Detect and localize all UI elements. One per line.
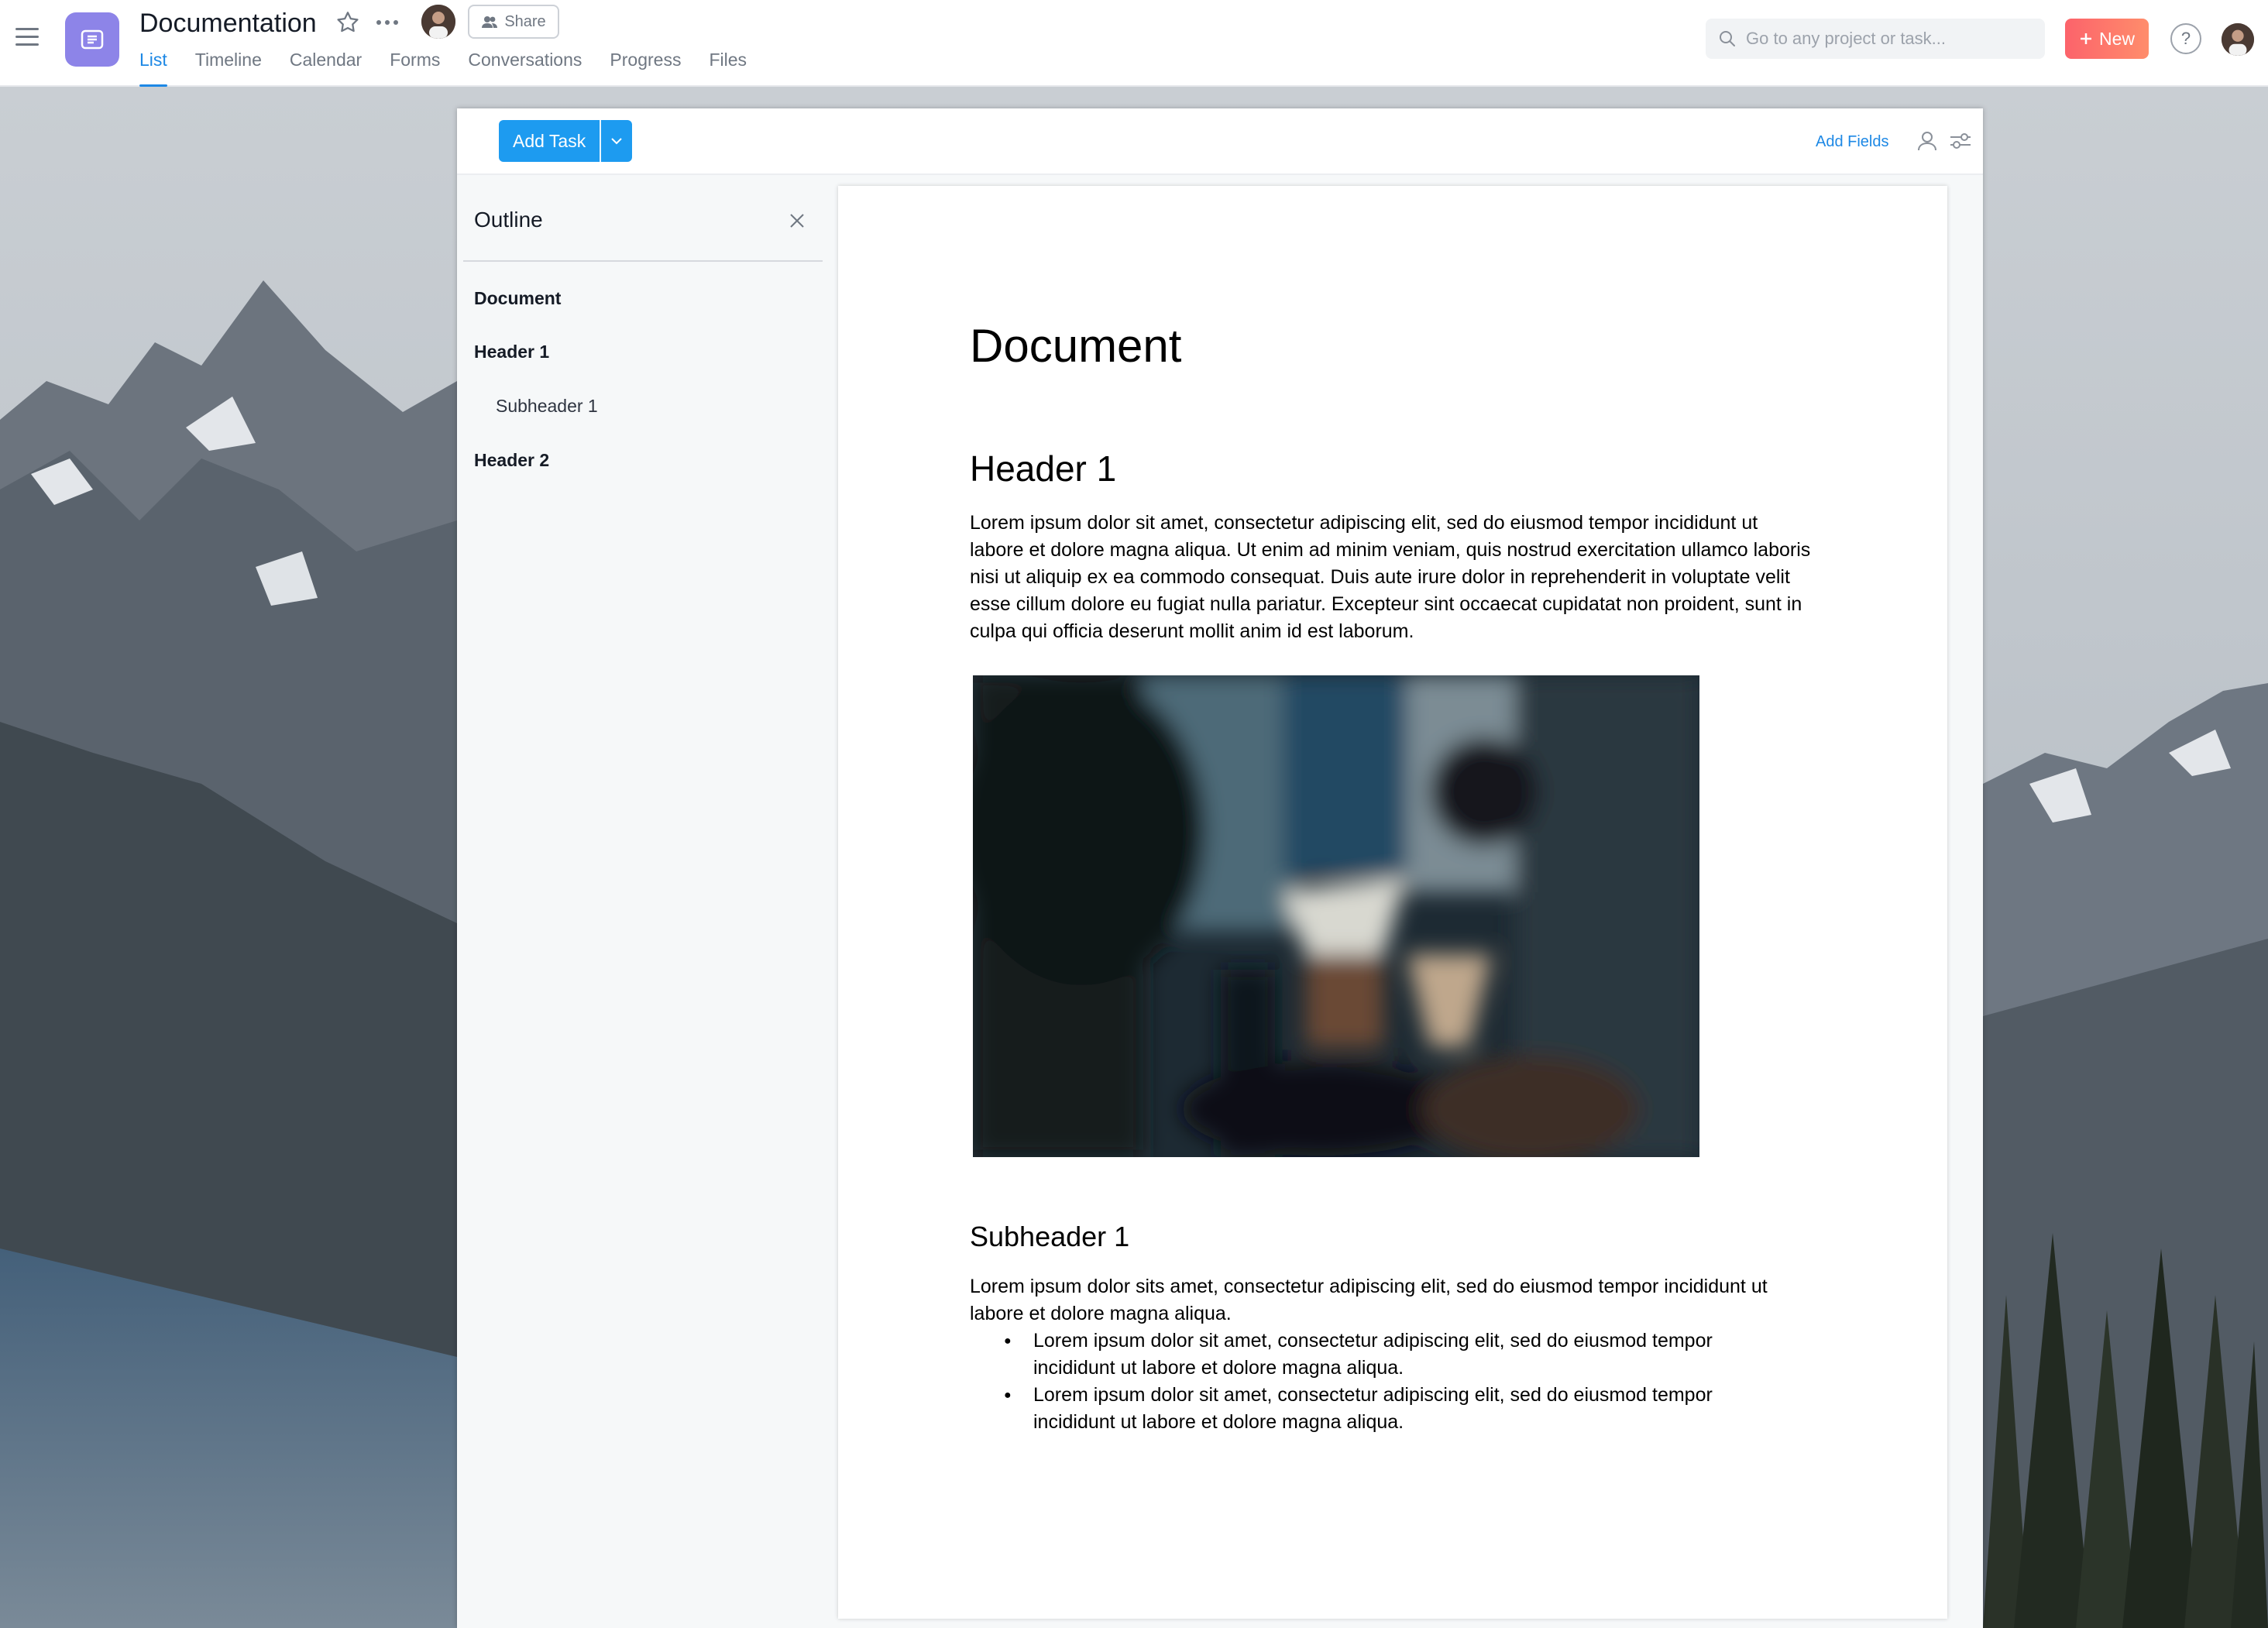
search-input[interactable] [1746,29,2025,49]
share-button[interactable]: Share [468,5,559,39]
add-task-button[interactable]: Add Task [499,120,600,162]
share-label: Share [504,12,546,30]
outline-title: Outline [474,208,543,232]
document-page[interactable]: Document Header 1 Lorem ipsum dolor sit … [838,186,1947,1619]
outline-item-subheader-1[interactable]: Subheader 1 [496,396,598,417]
tab-conversations[interactable]: Conversations [468,48,582,87]
close-icon[interactable] [785,209,809,232]
tab-files[interactable]: Files [709,48,747,87]
chevron-down-icon [611,138,622,145]
tab-timeline[interactable]: Timeline [195,48,262,87]
outline-sidebar: Outline Document Header 1 Subheader 1 He… [457,177,829,1628]
member-avatar[interactable] [421,5,455,39]
coffee-photo-image [973,675,1699,1157]
search-icon [1720,31,1735,46]
project-title[interactable]: Documentation [139,8,317,39]
new-label: New [2098,28,2135,49]
outline-divider [463,260,823,262]
filter-sliders-icon[interactable] [1949,130,1972,152]
main-panel: Add Task Add Fields Outline Document Hea… [457,108,1983,1628]
add-task-button-group: Add Task [499,120,633,162]
tab-list[interactable]: List [139,48,167,87]
search-bar [1706,19,2045,59]
bullet-list[interactable]: Lorem ipsum dolor sit amet, consectetur … [1004,1327,1778,1436]
document-title[interactable]: Document [970,319,1181,373]
paragraph-1[interactable]: Lorem ipsum dolor sit amet, consectetur … [970,510,1814,645]
outline-item-header-1[interactable]: Header 1 [474,342,549,362]
star-icon[interactable] [335,9,361,36]
tab-forms[interactable]: Forms [390,48,440,87]
outline-item-document[interactable]: Document [474,288,561,309]
tab-calendar[interactable]: Calendar [290,48,362,87]
add-fields-link[interactable]: Add Fields [1816,133,1889,151]
header-1[interactable]: Header 1 [970,448,1116,489]
subheader-1[interactable]: Subheader 1 [970,1221,1129,1253]
plus-icon [2080,33,2091,44]
help-button[interactable]: ? [2170,23,2201,54]
new-button[interactable]: New [2065,19,2149,59]
people-icon [482,16,498,28]
list-item[interactable]: Lorem ipsum dolor sit amet, consectetur … [1004,1327,1778,1382]
outline-item-header-2[interactable]: Header 2 [474,450,549,471]
project-tabs: List Timeline Calendar Forms Conversatio… [139,48,747,87]
project-list-icon[interactable] [65,12,119,67]
more-options-icon[interactable] [373,9,401,36]
add-task-dropdown[interactable] [600,120,633,162]
person-icon[interactable] [1916,130,1938,152]
hamburger-menu-icon[interactable] [15,25,39,48]
panel-toolbar: Add Task Add Fields [457,108,1983,175]
paragraph-2[interactable]: Lorem ipsum dolor sits amet, consectetur… [970,1273,1814,1327]
top-bar: Documentation Share List Timeline Calend… [0,0,2268,87]
tab-progress[interactable]: Progress [610,48,681,87]
list-item[interactable]: Lorem ipsum dolor sit amet, consectetur … [1004,1382,1778,1436]
user-avatar[interactable] [2222,23,2254,56]
